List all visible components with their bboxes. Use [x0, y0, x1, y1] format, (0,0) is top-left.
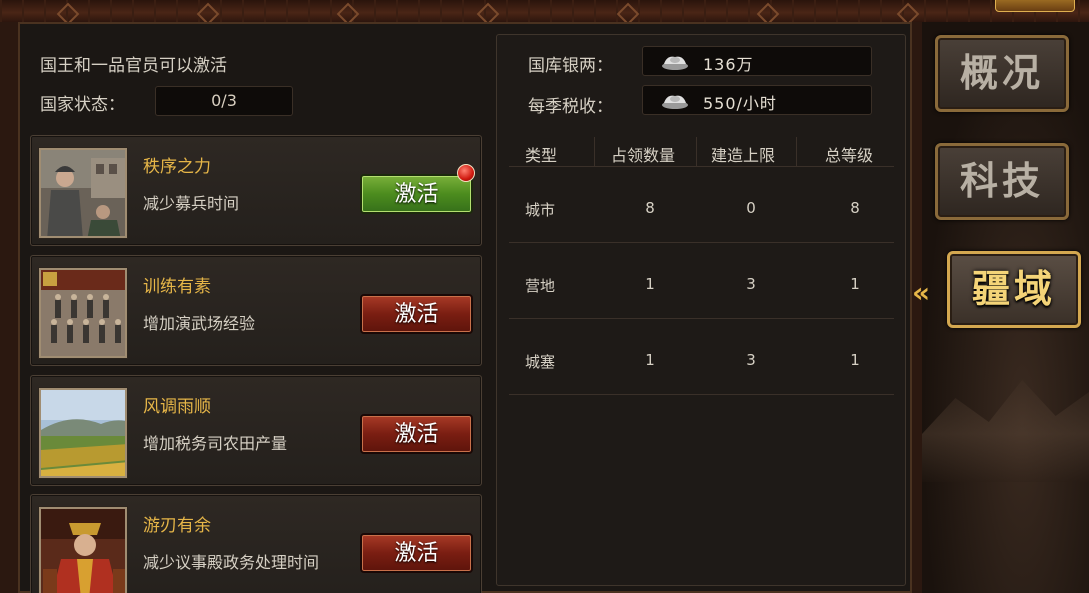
column-header: 类型	[525, 146, 558, 165]
buff-title: 风调雨顺	[143, 397, 211, 417]
column-divider	[594, 137, 595, 167]
state-value: 0/3	[155, 86, 293, 116]
cell-build-limit: 3	[746, 275, 756, 293]
territory-info-panel: 国库银两： 136万 每季税收： 550/小时 类型 占领数量 建造上限 总等级…	[496, 34, 906, 586]
column-divider	[796, 137, 797, 167]
tab-technology[interactable]: 科技	[935, 143, 1069, 220]
buff-title: 训练有素	[143, 277, 211, 297]
cell-build-limit: 3	[746, 351, 756, 369]
table-header: 类型 占领数量 建造上限 总等级	[509, 137, 894, 167]
chevron-left-icon: «	[912, 276, 931, 309]
buff-card-harvest: 风调雨顺 增加税务司农田产量 激活	[30, 375, 482, 486]
buff-thumbnail-harvest	[39, 388, 127, 478]
treasury-label: 国库银两：	[528, 56, 613, 76]
tab-overview[interactable]: 概况	[935, 35, 1069, 112]
column-header: 总等级	[825, 146, 874, 165]
buff-description: 增加演武场经验	[143, 314, 256, 333]
buff-description: 减少议事殿政务处理时间	[143, 553, 320, 572]
silver-ingot-icon	[662, 56, 688, 70]
activate-button-efficiency[interactable]: 激活	[360, 533, 473, 573]
state-label: 国家状态：	[40, 95, 125, 115]
national-buff-panel: 国王和一品官员可以激活 国家状态： 0/3 秩序之力 减少募兵时间 激活 训练有…	[20, 34, 486, 593]
table-row: 营地 1 3 1	[509, 243, 894, 319]
cell-type: 营地	[525, 277, 556, 295]
buff-description: 增加税务司农田产量	[143, 434, 288, 453]
mountain-silhouette	[922, 380, 1089, 482]
tax-value: 550/小时	[703, 94, 777, 113]
column-divider	[696, 137, 697, 167]
buff-card-order: 秩序之力 减少募兵时间 激活	[30, 135, 482, 246]
cell-total-level: 1	[850, 275, 860, 293]
activate-button-training[interactable]: 激活	[360, 294, 473, 334]
buff-card-training: 训练有素 增加演武场经验 激活	[30, 255, 482, 366]
buff-thumbnail-order	[39, 148, 127, 238]
buff-description: 减少募兵时间	[143, 194, 240, 213]
corner-badge	[995, 0, 1075, 12]
cell-type: 城塞	[525, 353, 556, 371]
cell-total-level: 1	[850, 351, 860, 369]
tab-territory[interactable]: 疆域	[947, 251, 1081, 328]
column-header: 占领数量	[611, 146, 676, 165]
territory-table: 类型 占领数量 建造上限 总等级 城市 8 0 8 营地 1 3 1 城塞 1 …	[509, 137, 894, 395]
cell-build-limit: 0	[746, 199, 756, 217]
cell-occupied: 8	[645, 199, 655, 217]
alert-dot-icon	[457, 164, 475, 182]
activate-button-harvest[interactable]: 激活	[360, 414, 473, 454]
buff-card-efficiency: 游刃有余 减少议事殿政务处理时间 激活	[30, 494, 482, 593]
silver-ingot-icon	[662, 95, 688, 109]
column-header: 建造上限	[711, 146, 776, 165]
treasury-box: 136万	[642, 46, 872, 76]
treasury-value: 136万	[703, 55, 754, 74]
tax-box: 550/小时	[642, 85, 872, 115]
table-row: 城塞 1 3 1	[509, 319, 894, 395]
table-row: 城市 8 0 8	[509, 167, 894, 243]
cell-occupied: 1	[645, 275, 655, 293]
buff-title: 秩序之力	[143, 157, 211, 177]
cell-type: 城市	[525, 201, 556, 219]
tax-label: 每季税收：	[528, 97, 613, 117]
activate-button-order[interactable]: 激活	[360, 174, 473, 214]
buff-thumbnail-training	[39, 268, 127, 358]
cell-total-level: 8	[850, 199, 860, 217]
cell-occupied: 1	[645, 351, 655, 369]
activation-note: 国王和一品官员可以激活	[40, 56, 227, 76]
buff-title: 游刃有余	[143, 516, 211, 536]
buff-thumbnail-efficiency	[39, 507, 127, 593]
